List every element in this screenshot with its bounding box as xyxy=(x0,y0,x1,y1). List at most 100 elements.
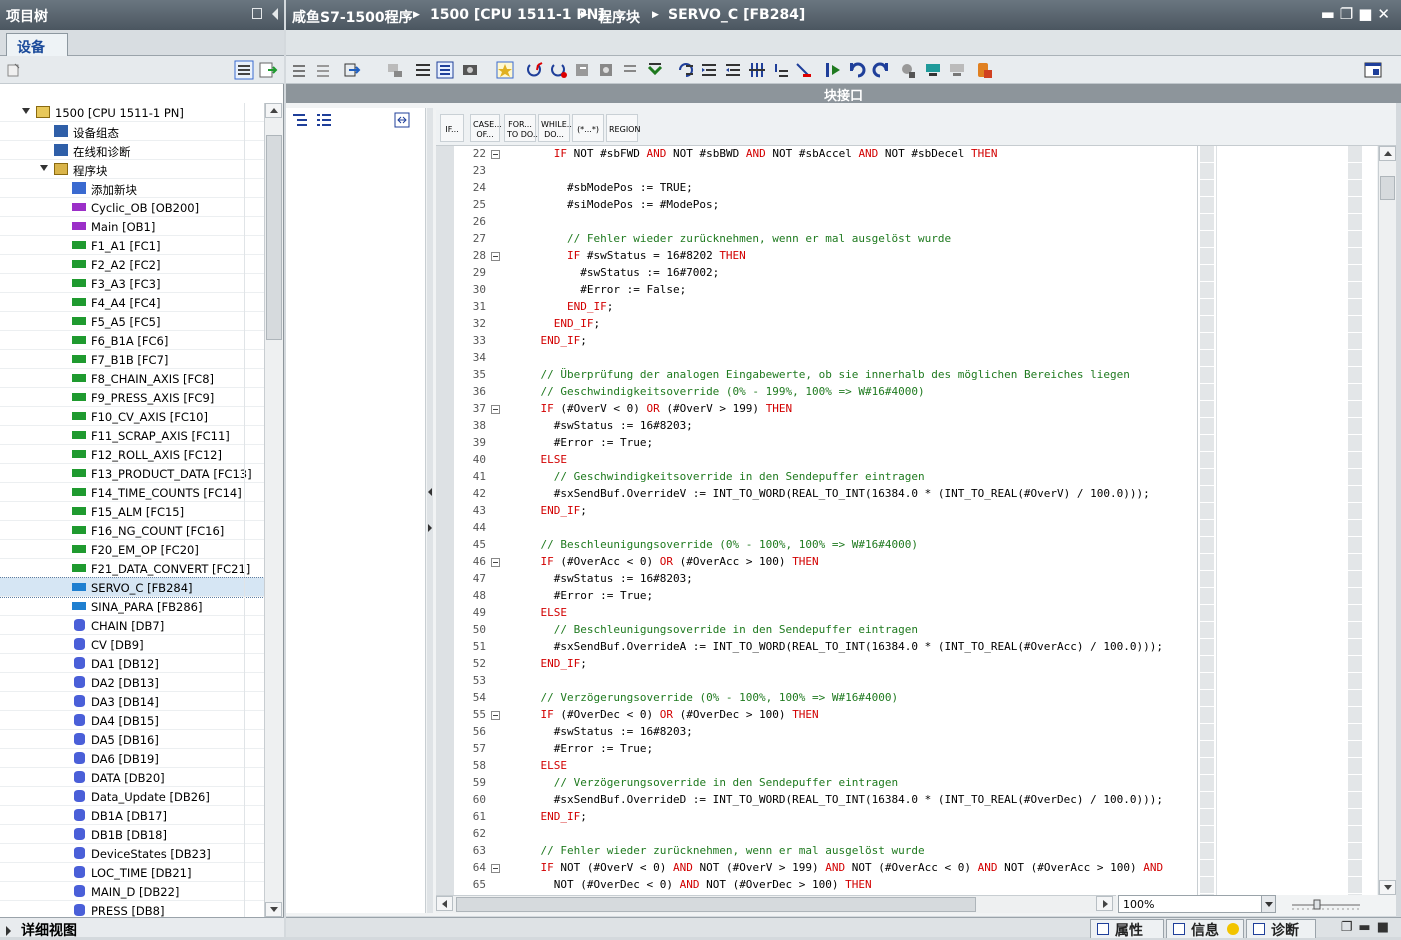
fold-toggle-icon[interactable] xyxy=(491,405,500,414)
minimize-icon[interactable]: ▬ xyxy=(1321,5,1340,23)
details-view-bar[interactable]: 详细视图 xyxy=(0,917,284,939)
code-line[interactable]: 61 END_IF; xyxy=(454,809,1197,826)
watch-icon[interactable] xyxy=(900,61,918,79)
fold-toggle-icon[interactable] xyxy=(491,150,500,159)
code-line[interactable]: 39 #Error := True; xyxy=(454,435,1197,452)
tree-item[interactable]: DA6 [DB19] xyxy=(0,749,264,768)
delete-network-icon[interactable] xyxy=(316,61,334,79)
tree-item[interactable]: F1_A1 [FC1] xyxy=(0,236,264,255)
code-line[interactable]: 34 xyxy=(454,350,1197,367)
maximize-icon[interactable]: ■ xyxy=(1358,5,1377,23)
code-line[interactable]: 52 END_IF; xyxy=(454,656,1197,673)
indent-decrease-icon[interactable] xyxy=(676,61,694,79)
code-line[interactable]: 44 xyxy=(454,520,1197,537)
block-interface-bar[interactable]: 块接口 xyxy=(286,84,1401,104)
code-line[interactable]: 32 END_IF; xyxy=(454,316,1197,333)
tree-item[interactable]: DA4 [DB15] xyxy=(0,711,264,730)
code-line[interactable]: 30 #Error := False; xyxy=(454,282,1197,299)
favorites-icon[interactable] xyxy=(496,61,514,79)
code-line[interactable]: 60 #sxSendBuf.OverrideD := INT_TO_WORD(R… xyxy=(454,792,1197,809)
list-icon[interactable] xyxy=(414,61,432,79)
code-line[interactable]: 38 #swStatus := 16#8203; xyxy=(454,418,1197,435)
tree-item[interactable]: DA3 [DB14] xyxy=(0,692,264,711)
code-horizontal-scrollbar[interactable] xyxy=(436,895,1116,913)
monitor-icon[interactable] xyxy=(386,61,404,79)
minimize-icon[interactable]: ▬ xyxy=(1358,920,1376,935)
refresh-icon[interactable] xyxy=(848,61,866,79)
tree-item[interactable]: DB1A [DB17] xyxy=(0,806,264,825)
format-icon[interactable] xyxy=(748,61,766,79)
tree-item[interactable]: DA5 [DB16] xyxy=(0,730,264,749)
chevron-down-icon[interactable] xyxy=(1261,896,1275,912)
code-line[interactable]: 22 IF NOT #sbFWD AND NOT #sbBWD AND NOT … xyxy=(454,146,1197,163)
code-line[interactable]: 43 END_IF; xyxy=(454,503,1197,520)
code-line[interactable]: 33 END_IF; xyxy=(454,333,1197,350)
tree-item[interactable]: DeviceStates [DB23] xyxy=(0,844,264,863)
pin-icon[interactable] xyxy=(251,8,262,19)
tree-item[interactable]: F9_PRESS_AXIS [FC9] xyxy=(0,388,264,407)
code-line[interactable]: 54 // Verzögerungsoverride (0% - 100%, 1… xyxy=(454,690,1197,707)
fold-toggle-icon[interactable] xyxy=(491,558,500,567)
tree-item[interactable]: Main [OB1] xyxy=(0,217,264,236)
tree-item[interactable]: F2_A2 [FC2] xyxy=(0,255,264,274)
tree-item[interactable]: 设备组态 xyxy=(0,122,264,141)
monitor-off-icon[interactable] xyxy=(948,61,966,79)
scl-code-editor[interactable]: 22 IF NOT #sbFWD AND NOT #sbBWD AND NOT … xyxy=(454,146,1197,895)
tree-scrollbar[interactable] xyxy=(264,103,283,917)
code-line[interactable]: 27 // Fehler wieder zurücknehmen, wenn e… xyxy=(454,231,1197,248)
code-line[interactable]: 41 // Geschwindigkeitsoverride in den Se… xyxy=(454,469,1197,486)
tree-item[interactable]: MAIN_D [DB22] xyxy=(0,882,264,901)
indent-left-icon[interactable] xyxy=(724,61,742,79)
collapse-arrow-icon[interactable] xyxy=(428,488,432,496)
indent-list-icon[interactable] xyxy=(292,112,308,128)
fold-toggle-icon[interactable] xyxy=(491,711,500,720)
code-line[interactable]: 55 IF (#OverDec < 0) OR (#OverDec > 100)… xyxy=(454,707,1197,724)
code-line[interactable]: 46 IF (#OverAcc < 0) OR (#OverAcc > 100)… xyxy=(454,554,1197,571)
new-item-icon[interactable] xyxy=(6,62,22,78)
tree-item[interactable]: F13_PRODUCT_DATA [FC13] xyxy=(0,464,264,483)
outline-icon[interactable] xyxy=(316,112,332,128)
code-line[interactable]: 36 // Geschwindigkeitsoverride (0% - 199… xyxy=(454,384,1197,401)
tree-item[interactable]: F8_CHAIN_AXIS [FC8] xyxy=(0,369,264,388)
tree-item[interactable]: F14_TIME_COUNTS [FC14] xyxy=(0,483,264,502)
close-icon[interactable]: ✕ xyxy=(1377,5,1395,23)
tree-item[interactable]: F7_B1B [FC7] xyxy=(0,350,264,369)
zoom-select[interactable]: 100% xyxy=(1118,895,1276,913)
code-line[interactable]: 57 #Error := True; xyxy=(454,741,1197,758)
expand-toggle-icon[interactable] xyxy=(22,108,30,114)
maximize-icon[interactable]: ■ xyxy=(1377,920,1395,935)
while-snippet-button[interactable]: WHILE... DO... xyxy=(538,114,574,142)
expand-toggle-icon[interactable] xyxy=(40,165,48,171)
scroll-right-icon[interactable] xyxy=(1096,896,1113,911)
download-icon[interactable] xyxy=(976,61,994,79)
tree-item[interactable]: 添加新块 xyxy=(0,179,264,198)
case-snippet-button[interactable]: CASE... OF... xyxy=(470,114,502,142)
scroll-left-icon[interactable] xyxy=(436,896,453,911)
code-line[interactable]: 56 #swStatus := 16#8203; xyxy=(454,724,1197,741)
tree-item[interactable]: F10_CV_AXIS [FC10] xyxy=(0,407,264,426)
snapshot-icon[interactable] xyxy=(462,61,480,79)
breadcrumb-block[interactable]: SERVO_C [FB284] xyxy=(668,7,805,23)
tree-item[interactable]: F5_A5 [FC5] xyxy=(0,312,264,331)
tree-item[interactable]: F4_A4 [FC4] xyxy=(0,293,264,312)
tree-item[interactable]: F20_EM_OP [FC20] xyxy=(0,540,264,559)
pane-controls[interactable] xyxy=(251,6,278,20)
code-line[interactable]: 63 // Fehler wieder zurücknehmen, wenn e… xyxy=(454,843,1197,860)
restore-icon[interactable]: ❐ xyxy=(1341,920,1359,935)
tab-diagnostics[interactable]: 诊断 xyxy=(1246,919,1316,939)
undo-icon[interactable] xyxy=(872,61,890,79)
tree-item[interactable]: DATA [DB20] xyxy=(0,768,264,787)
code-line[interactable]: 65 NOT (#OverDec < 0) AND NOT (#OverDec … xyxy=(454,877,1197,894)
panel-layout-icon[interactable] xyxy=(1364,61,1382,79)
tree-item[interactable]: F21_DATA_CONVERT [FC21] xyxy=(0,559,264,578)
next-bookmark-icon[interactable] xyxy=(550,61,568,79)
code-line[interactable]: 48 #Error := True; xyxy=(454,588,1197,605)
code-line[interactable]: 64 IF NOT (#OverV < 0) AND NOT (#OverV >… xyxy=(454,860,1197,877)
tree-item[interactable]: DA2 [DB13] xyxy=(0,673,264,692)
expand-details-icon[interactable] xyxy=(6,926,11,936)
insert-row-icon[interactable] xyxy=(344,61,362,79)
tree-item[interactable]: Data_Update [DB26] xyxy=(0,787,264,806)
code-line[interactable]: 28 IF #swStatus = 16#8202 THEN xyxy=(454,248,1197,265)
tree-item[interactable]: 在线和诊断 xyxy=(0,141,264,160)
code-hscroll-thumb[interactable] xyxy=(456,897,976,912)
